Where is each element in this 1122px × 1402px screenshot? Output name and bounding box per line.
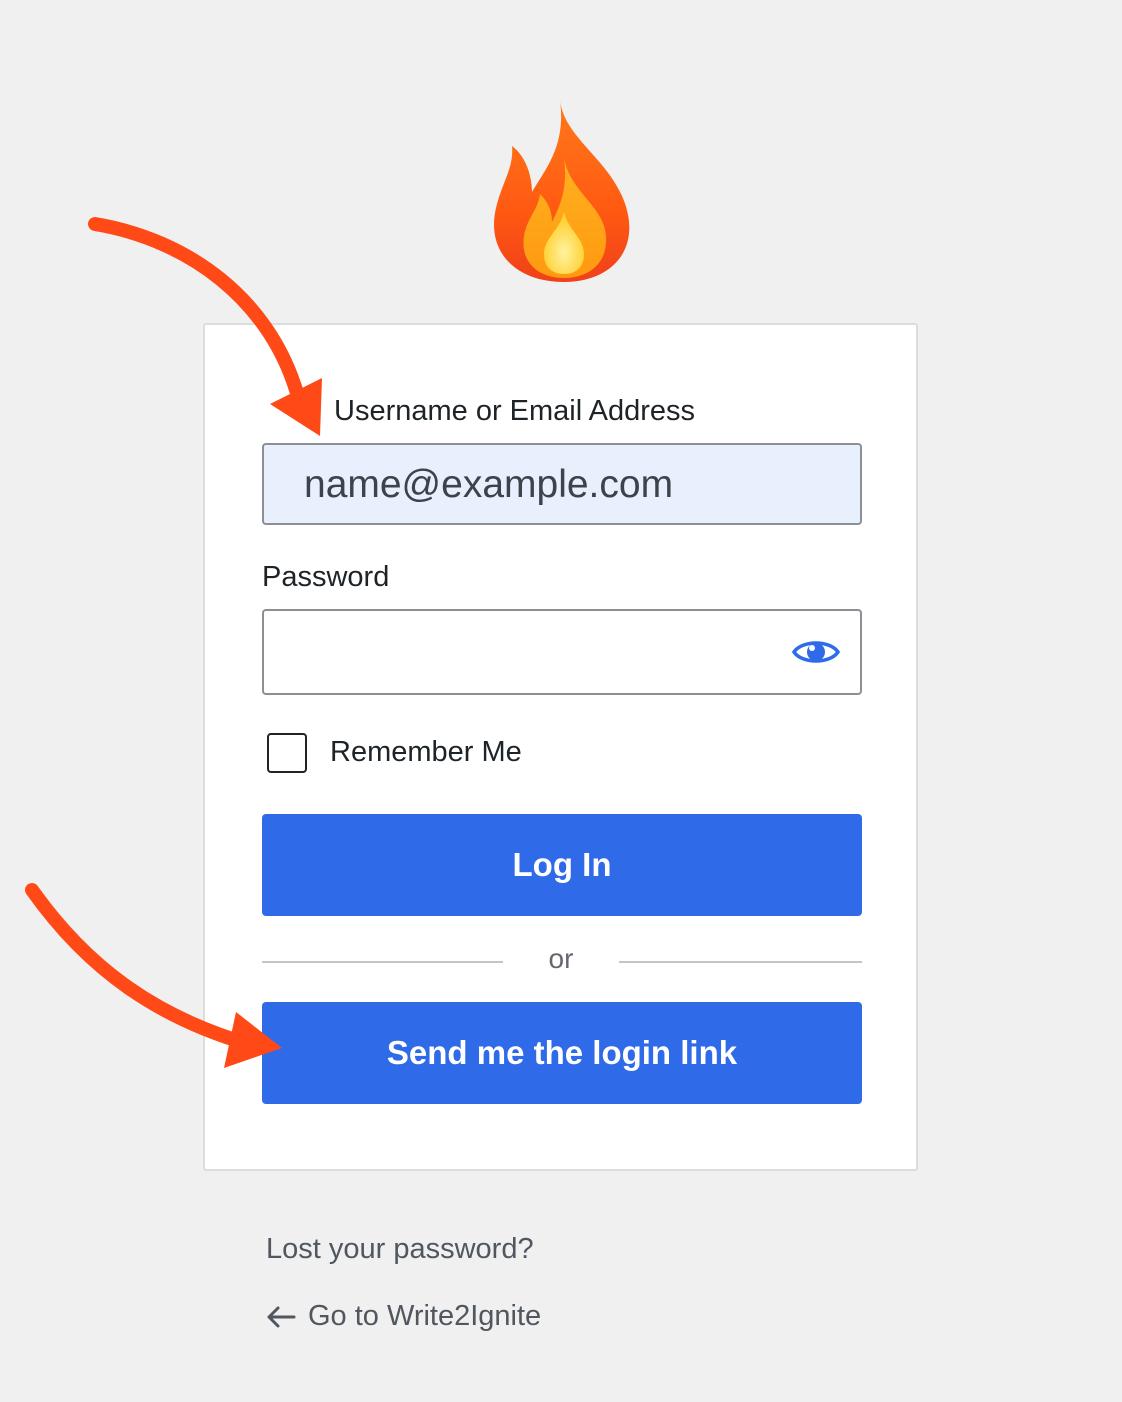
password-label: Password [262,561,390,593]
log-in-button[interactable]: Log In [262,814,862,916]
eye-icon[interactable] [792,635,840,669]
login-page: Username or Email Address name@example.c… [0,0,1122,1402]
fire-icon [493,100,630,282]
username-input[interactable]: name@example.com [262,443,862,525]
lost-password-link[interactable]: Lost your password? [266,1233,534,1266]
username-label: Username or Email Address [334,395,696,427]
arrow-left-icon [267,1306,296,1327]
divider-line-left [262,961,503,963]
remember-me-checkbox[interactable] [267,733,307,773]
back-to-site-label: Go to Write2Ignite [308,1300,542,1332]
login-form-card: Username or Email Address name@example.c… [203,323,918,1171]
send-login-link-button[interactable]: Send me the login link [262,1002,862,1104]
username-input-value: name@example.com [304,463,674,506]
divider-line-right [619,961,862,963]
password-input[interactable] [262,609,862,695]
back-to-site-link[interactable]: Go to Write2Ignite [266,1300,541,1333]
remember-me-label[interactable]: Remember Me [330,736,522,769]
divider-text: or [548,943,574,974]
